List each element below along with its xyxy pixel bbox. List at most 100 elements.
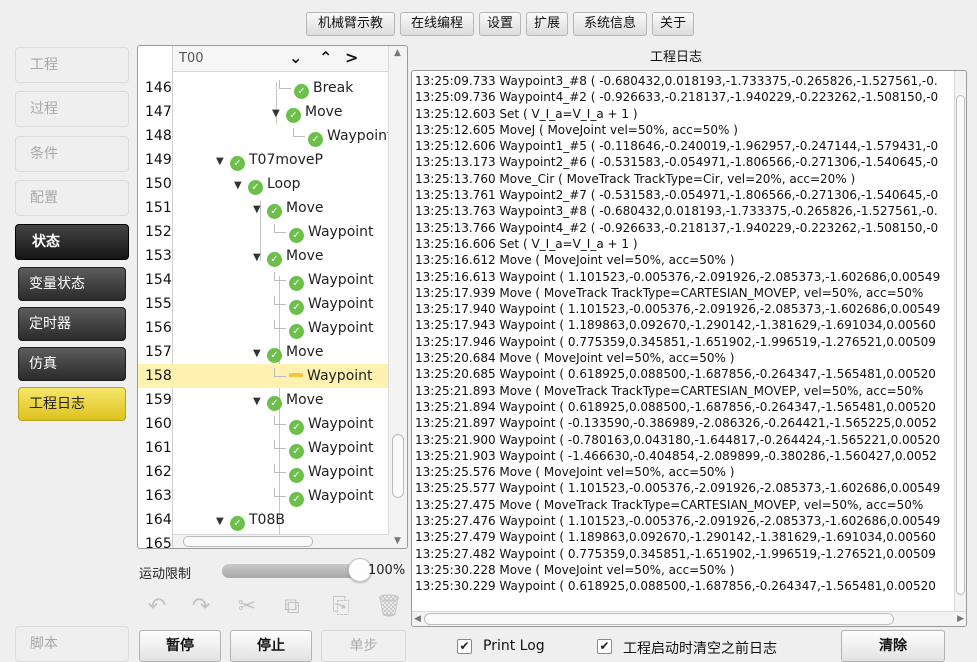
sidebar-item-timer[interactable]: 定时器 <box>18 307 126 341</box>
log-horizontal-scrollbar[interactable]: ◀ ▶ <box>412 611 966 626</box>
tab-settings[interactable]: 设置 <box>479 12 521 36</box>
log-line: 13:25:13.761 Waypoint2_#7 ( -0.531583,-0… <box>415 188 939 203</box>
line-number: 162 <box>138 460 172 484</box>
copy-icon[interactable]: ⧉ <box>278 593 306 621</box>
scrollbar-thumb[interactable] <box>424 613 894 625</box>
tree-horizontal-scrollbar[interactable] <box>173 534 389 548</box>
log-line: 13:25:16.606 Set ( V_I_a=V_I_a + 1 ) <box>415 236 638 251</box>
tree-row[interactable]: 161 ✓ Waypoint <box>138 436 389 460</box>
log-vertical-scrollbar[interactable] <box>954 71 966 611</box>
tree-elbow <box>279 80 291 89</box>
tab-teach[interactable]: 机械臂示教 <box>306 12 395 36</box>
scroll-left-icon[interactable]: ◀ <box>414 614 421 624</box>
tree-header-title: T00 <box>179 51 204 66</box>
tree-row[interactable]: 156 ✓ Waypoint <box>138 316 389 340</box>
tree-node-label: Move <box>305 104 343 120</box>
tab-about[interactable]: 关于 <box>652 12 694 36</box>
log-line: 13:25:13.763 Waypoint3_#8 ( -0.680432,0.… <box>415 204 938 219</box>
scroll-up-icon[interactable]: ▲ <box>394 48 401 58</box>
tab-online-programming[interactable]: 在线编程 <box>400 12 474 36</box>
tree-node: ✓ Waypoint <box>274 220 374 244</box>
tree-row[interactable]: 153 ▼ ✓ Move <box>138 244 389 268</box>
motion-limit-slider[interactable] <box>222 564 360 578</box>
tree-elbow <box>293 128 305 137</box>
expand-right-icon[interactable]: > <box>345 48 358 67</box>
sidebar-section-status[interactable]: 状态 <box>15 224 129 260</box>
stop-button[interactable]: 停止 <box>230 630 312 662</box>
sidebar-item-condition[interactable]: 条件 <box>15 136 129 172</box>
tree-vertical-scrollbar[interactable]: ▲ ▼ <box>388 46 407 548</box>
expand-caret-icon[interactable]: ▼ <box>253 342 267 366</box>
expand-caret-icon[interactable]: ▼ <box>216 150 230 174</box>
collapse-down-icon[interactable]: ⌄ <box>289 48 302 67</box>
tree-elbow <box>274 272 286 281</box>
tree-node: ✓ Waypoint <box>274 460 374 484</box>
collapse-up-icon[interactable]: ⌃ <box>319 48 332 67</box>
sidebar-item-project-log[interactable]: 工程日志 <box>18 387 126 421</box>
undo-icon[interactable]: ↶ <box>143 593 171 621</box>
sidebar-item-config[interactable]: 配置 <box>15 180 129 216</box>
log-line: 13:25:21.894 Waypoint ( 0.618925,0.08850… <box>415 399 936 414</box>
expand-caret-icon[interactable]: ▼ <box>253 246 267 270</box>
expand-caret-icon[interactable]: ▼ <box>253 198 267 222</box>
redo-icon[interactable]: ↷ <box>187 593 215 621</box>
sidebar-item-project[interactable]: 工程 <box>15 47 129 83</box>
scrollbar-thumb[interactable] <box>956 95 965 595</box>
tree-elbow <box>274 368 286 377</box>
expand-caret-icon[interactable]: ▼ <box>216 510 230 534</box>
tree-row[interactable]: 147 ▼ ✓ Move <box>138 100 389 124</box>
paste-icon[interactable]: ⎘ <box>327 593 355 621</box>
expand-caret-icon[interactable]: ▼ <box>253 390 267 414</box>
delete-icon[interactable]: 🗑 <box>375 593 403 621</box>
scrollbar-thumb[interactable] <box>183 536 313 547</box>
pause-button[interactable]: 暂停 <box>139 630 221 662</box>
print-log-checkbox[interactable]: ✔ <box>457 639 472 654</box>
log-panel[interactable]: 13:25:09.733 Waypoint3_#8 ( -0.680432,0.… <box>411 70 967 627</box>
tree-row[interactable]: 150 ▼ ✓ Loop <box>138 172 389 196</box>
tab-system-info[interactable]: 系统信息 <box>573 12 647 36</box>
clear-button[interactable]: 清除 <box>841 630 945 662</box>
scrollbar-thumb[interactable] <box>392 434 404 498</box>
check-icon: ✓ <box>289 420 304 435</box>
check-icon: ✓ <box>289 444 304 459</box>
tree-row[interactable]: 151 ▼ ✓ Move <box>138 196 389 220</box>
step-button[interactable]: 单步 <box>321 630 406 662</box>
log-text: 13:25:09.733 Waypoint3_#8 ( -0.680432,0.… <box>415 73 952 595</box>
cut-icon[interactable]: ✂ <box>233 593 261 621</box>
tab-extensions[interactable]: 扩展 <box>526 12 568 36</box>
tree-row[interactable]: 152 ✓ Waypoint <box>138 220 389 244</box>
tree-row[interactable]: 159 ▼ ✓ Move <box>138 388 389 412</box>
check-mark-icon: ✔ <box>459 639 470 653</box>
expand-caret-icon[interactable]: ▼ <box>272 102 286 126</box>
tree-node: ✓ Waypoint <box>274 484 374 508</box>
clear-on-start-checkbox[interactable]: ✔ <box>597 639 612 654</box>
sidebar-item-script[interactable]: 脚本 <box>15 626 129 662</box>
tree-row[interactable]: 162 ✓ Waypoint <box>138 460 389 484</box>
tree-row[interactable]: 146 ✓ Break <box>138 76 389 100</box>
sidebar-item-process[interactable]: 过程 <box>15 91 129 127</box>
tree-row[interactable]: 157 ▼ ✓ Move <box>138 340 389 364</box>
tree-node: ▼ ✓ T08B <box>216 508 285 532</box>
tree-row[interactable]: 164 ▼ ✓ T08B <box>138 508 389 532</box>
scroll-down-icon[interactable]: ▼ <box>394 536 401 546</box>
tree-row-selected[interactable]: 158 Waypoint <box>138 364 389 388</box>
tree-row[interactable]: 160 ✓ Waypoint <box>138 412 389 436</box>
tree-row[interactable]: 148 ✓ Waypoint <box>138 124 393 148</box>
tree-node-label: Waypoint <box>308 488 374 504</box>
log-line: 13:25:30.229 Waypoint ( 0.618925,0.08850… <box>415 579 936 594</box>
expand-caret-icon[interactable]: ▼ <box>234 174 248 198</box>
tree-row[interactable]: 154 ✓ Waypoint <box>138 268 389 292</box>
tree-node-label: Waypoint <box>308 464 374 480</box>
tree-row[interactable]: 163 ✓ Waypoint <box>138 484 389 508</box>
sidebar-item-simulation[interactable]: 仿真 <box>18 347 126 381</box>
scroll-right-icon[interactable]: ▶ <box>957 614 964 624</box>
line-number: 156 <box>138 316 172 340</box>
sidebar-item-variable-status[interactable]: 变量状态 <box>18 267 126 301</box>
tree-row[interactable]: 149 ▼ ✓ T07moveP <box>138 148 389 172</box>
line-number: 157 <box>138 340 172 364</box>
tree-row[interactable]: 155 ✓ Waypoint <box>138 292 389 316</box>
tree-node-label: T08B <box>249 512 285 528</box>
line-number: 146 <box>138 76 172 100</box>
log-line: 13:25:12.605 MoveJ ( MoveJoint vel=50%, … <box>415 122 738 137</box>
program-tree[interactable]: 146 ✓ Break 147 ▼ ✓ Move 148 ✓ Waypoint 149 … <box>137 45 408 549</box>
